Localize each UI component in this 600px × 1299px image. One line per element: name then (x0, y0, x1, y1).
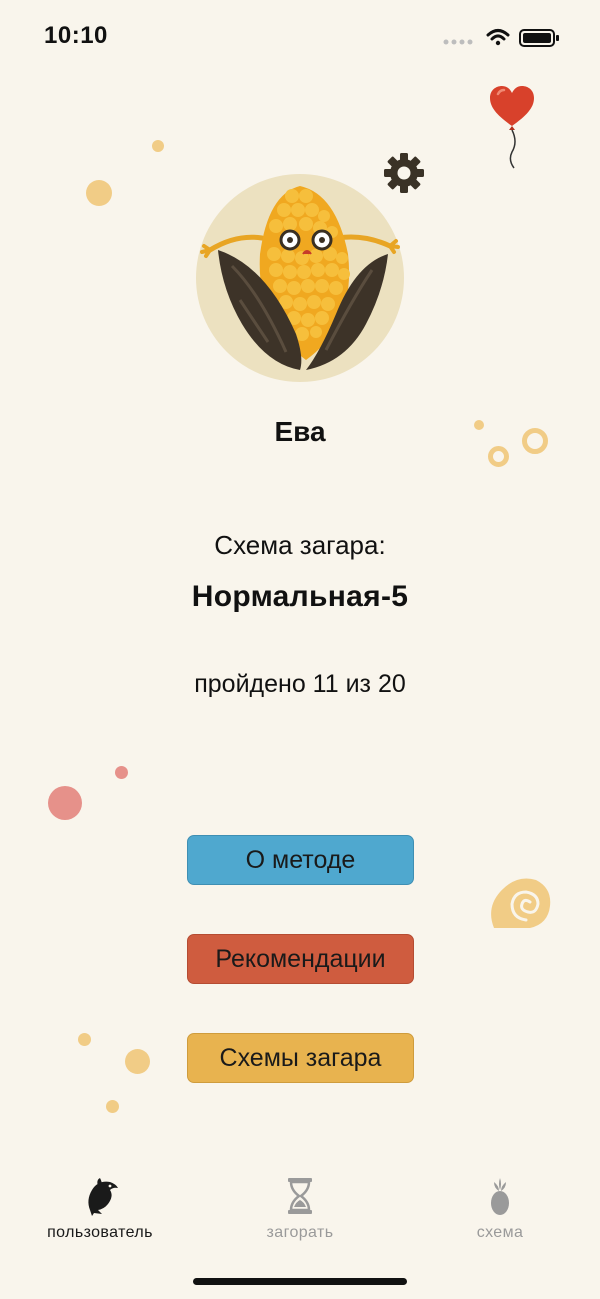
recommendations-label: Рекомендации (215, 944, 386, 973)
decor-dot (125, 1049, 150, 1074)
shell-icon (491, 878, 551, 928)
scheme-label: Схема загара: (214, 530, 386, 560)
hourglass-icon (288, 1178, 312, 1214)
status-time: 10:10 (44, 22, 108, 49)
signal-icon (443, 39, 473, 45)
tab-user[interactable]: пользователь (0, 1160, 200, 1250)
tanning-schemes-label: Схемы загара (219, 1043, 382, 1072)
recommendations-button[interactable]: Рекомендации (187, 934, 414, 984)
decor-dot (106, 1100, 119, 1113)
about-method-label: О методе (245, 845, 356, 874)
scheme-name: Нормальная-5 (191, 580, 409, 613)
tab-tan[interactable]: загорать (200, 1160, 400, 1250)
tab-user-label: пользователь (47, 1224, 153, 1241)
dolphin-icon (88, 1178, 118, 1216)
decor-dot (152, 140, 164, 152)
corn-avatar[interactable] (196, 174, 404, 382)
tanning-schemes-button[interactable]: Схемы загара (187, 1033, 414, 1083)
user-name: Ева (274, 416, 326, 447)
home-indicator (193, 1278, 407, 1285)
tab-tan-label: загорать (266, 1224, 334, 1241)
decor-dot (115, 766, 128, 779)
decor-dot (78, 1033, 91, 1046)
tab-scheme[interactable]: схема (400, 1160, 600, 1250)
heart-balloon-icon (490, 86, 534, 169)
about-method-button[interactable]: О методе (187, 835, 414, 885)
scheme-progress: пройдено 11 из 20 (194, 670, 406, 698)
wifi-icon (486, 29, 510, 46)
decor-dot (48, 786, 82, 820)
pineapple-icon (491, 1178, 509, 1215)
battery-icon (519, 29, 559, 47)
decor-dot (86, 180, 112, 206)
status-bar: 10:10 (0, 0, 600, 72)
decor-ring (488, 446, 509, 467)
status-icons (443, 29, 559, 47)
tab-scheme-label: схема (476, 1224, 524, 1241)
tab-bar: пользователь загорать схема (0, 1160, 600, 1260)
